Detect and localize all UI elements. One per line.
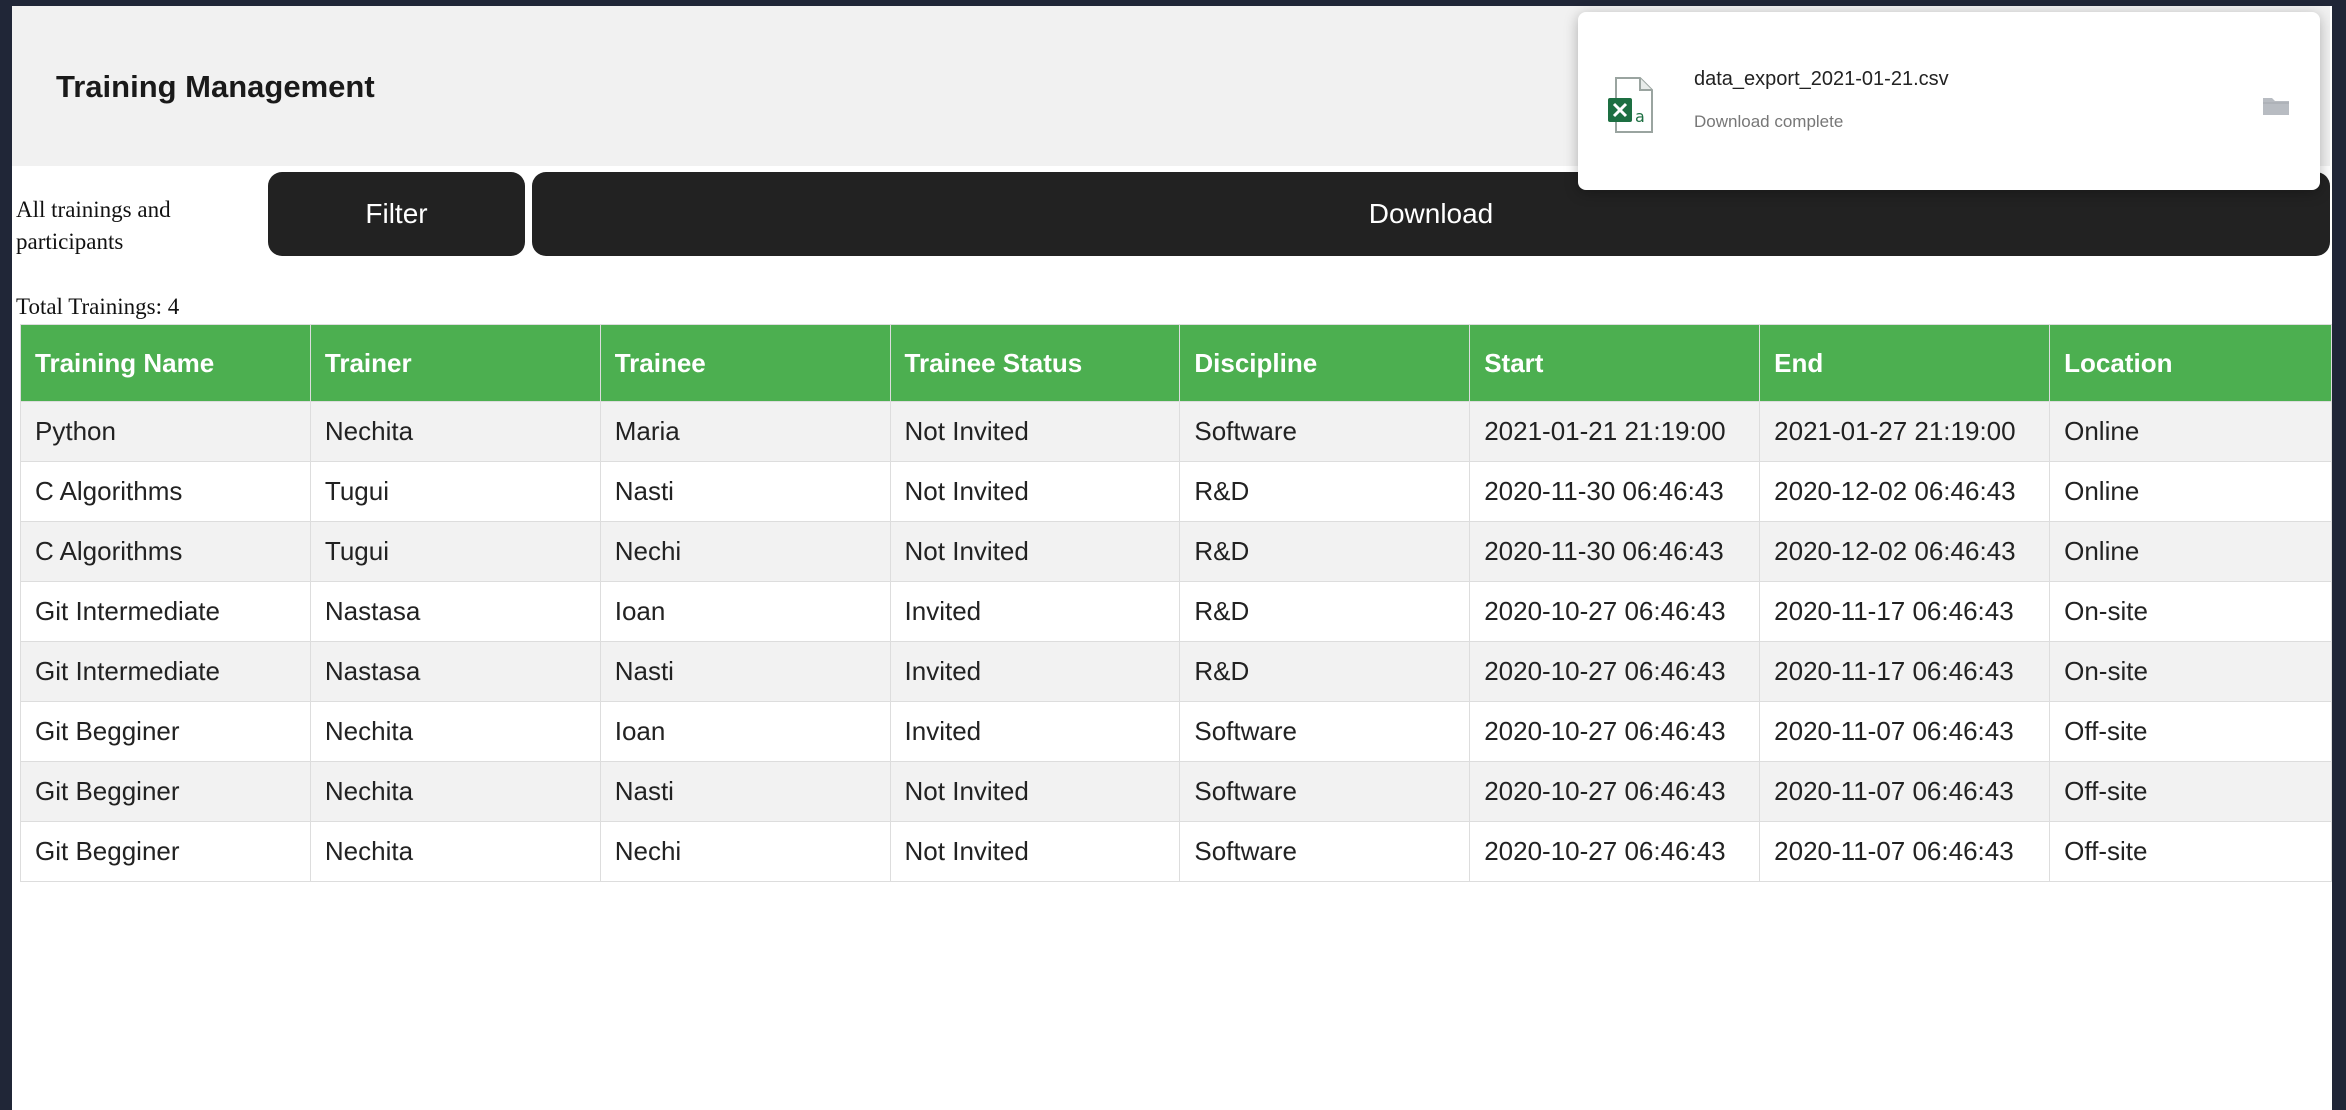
table-cell: On-site <box>2049 581 2332 642</box>
table-cell: Software <box>1179 401 1471 462</box>
table-cell: Software <box>1179 821 1471 882</box>
table-cell: 2020-11-30 06:46:43 <box>1469 521 1761 582</box>
table-cell: Invited <box>889 641 1181 702</box>
table-cell: Tugui <box>309 461 601 522</box>
column-header[interactable]: Location <box>2049 324 2332 402</box>
table-cell: Online <box>2049 521 2332 582</box>
table-cell: 2020-10-27 06:46:43 <box>1469 641 1761 702</box>
table-row[interactable]: C Algorithms Tugui Nechi Not Invited R&D 2020… <box>20 521 2332 582</box>
table-cell: Nechi <box>599 821 891 882</box>
table-row[interactable]: Git Intermediate Nastasa Ioan Invited R&D 202… <box>20 581 2332 642</box>
table-cell: 2021-01-21 21:19:00 <box>1469 401 1761 462</box>
table-cell: Tugui <box>309 521 601 582</box>
total-trainings: Total Trainings: 4 <box>16 294 180 319</box>
table-cell: 2020-11-07 06:46:43 <box>1759 701 2051 762</box>
table-cell: Nasti <box>599 641 891 702</box>
table-cell: Nasti <box>599 461 891 522</box>
trainings-table: Training Name Trainer Trainee Trainee Statu… <box>20 324 2332 882</box>
table-cell: C Algorithms <box>20 461 311 522</box>
app-page: Training Management All trainings and pa… <box>0 0 2346 1110</box>
column-header[interactable]: Discipline <box>1179 324 1471 402</box>
column-header[interactable]: Start <box>1469 324 1761 402</box>
table-row[interactable]: C Algorithms Tugui Nasti Not Invited R&D 2020… <box>20 461 2332 522</box>
download-notification[interactable]: a data_export_2021-01-21.csv Download co… <box>1578 12 2320 190</box>
table-cell: 2020-10-27 06:46:43 <box>1469 701 1761 762</box>
column-header[interactable]: Trainee Status <box>889 324 1181 402</box>
column-header[interactable]: Trainee <box>599 324 891 402</box>
table-cell: C Algorithms <box>20 521 311 582</box>
table-cell: Not Invited <box>889 761 1181 822</box>
table-cell: Git Begginer <box>20 701 311 762</box>
table-cell: Not Invited <box>889 821 1181 882</box>
table-cell: Off-site <box>2049 701 2332 762</box>
table-cell: Online <box>2049 401 2332 462</box>
download-filename[interactable]: data_export_2021-01-21.csv <box>1694 68 1949 91</box>
table-row[interactable]: Git Begginer Nechita Nasti Not Invited Softw… <box>20 761 2332 822</box>
table-row[interactable]: Git Begginer Nechita Ioan Invited Software 20… <box>20 701 2332 762</box>
table-cell: 2020-12-02 06:46:43 <box>1759 461 2051 522</box>
table-cell: Git Intermediate <box>20 641 311 702</box>
table-cell: 2020-10-27 06:46:43 <box>1469 581 1761 642</box>
table-cell: Not Invited <box>889 461 1181 522</box>
table-cell: Nechita <box>309 821 601 882</box>
page-title: Training Management <box>56 69 375 104</box>
table-cell: R&D <box>1179 521 1471 582</box>
table-cell: Nechita <box>309 701 601 762</box>
table-cell: 2020-12-02 06:46:43 <box>1759 521 2051 582</box>
window-frame-left <box>0 0 12 1110</box>
table-cell: Git Intermediate <box>20 581 311 642</box>
table-cell: Git Begginer <box>20 761 311 822</box>
folder-icon[interactable] <box>2262 94 2290 116</box>
table-body: Python Nechita Maria Not Invited Software 202… <box>20 401 2332 882</box>
table-cell: 2020-10-27 06:46:43 <box>1469 761 1761 822</box>
table-cell: Nasti <box>599 761 891 822</box>
column-header[interactable]: End <box>1759 324 2051 402</box>
table-cell: Ioan <box>599 701 891 762</box>
table-cell: Invited <box>889 581 1181 642</box>
table-cell: Off-site <box>2049 761 2332 822</box>
table-cell: 2020-11-07 06:46:43 <box>1759 821 2051 882</box>
excel-file-icon: a <box>1606 76 1654 134</box>
table-cell: Not Invited <box>889 521 1181 582</box>
svg-text:a: a <box>1635 107 1645 126</box>
column-header[interactable]: Training Name <box>20 324 311 402</box>
table-cell: Maria <box>599 401 891 462</box>
table-cell: Nastasa <box>309 641 601 702</box>
table-cell: R&D <box>1179 641 1471 702</box>
table-cell: Online <box>2049 461 2332 522</box>
table-cell: Off-site <box>2049 821 2332 882</box>
table-cell: Git Begginer <box>20 821 311 882</box>
window-frame-right <box>2332 0 2346 1110</box>
table-cell: 2020-11-30 06:46:43 <box>1469 461 1761 522</box>
table-header-row: Training Name Trainer Trainee Trainee Statu… <box>20 324 2332 402</box>
table-cell: 2020-11-07 06:46:43 <box>1759 761 2051 822</box>
table-cell: R&D <box>1179 461 1471 522</box>
table-cell: Nechi <box>599 521 891 582</box>
table-cell: Nechita <box>309 761 601 822</box>
table-cell: On-site <box>2049 641 2332 702</box>
table-cell: 2021-01-27 21:19:00 <box>1759 401 2051 462</box>
table-cell: R&D <box>1179 581 1471 642</box>
table-cell: Software <box>1179 761 1471 822</box>
table-row[interactable]: Git Begginer Nechita Nechi Not Invited Softw… <box>20 821 2332 882</box>
table-cell: 2020-11-17 06:46:43 <box>1759 641 2051 702</box>
table-cell: Python <box>20 401 311 462</box>
table-cell: Nechita <box>309 401 601 462</box>
table-cell: 2020-10-27 06:46:43 <box>1469 821 1761 882</box>
table-row[interactable]: Git Intermediate Nastasa Nasti Invited R&D 20… <box>20 641 2332 702</box>
table-row[interactable]: Python Nechita Maria Not Invited Software 202… <box>20 401 2332 462</box>
controls-label: All trainings and participants <box>16 197 171 254</box>
filter-button[interactable]: Filter <box>268 172 525 256</box>
download-status: Download complete <box>1694 112 1844 131</box>
table-cell: Nastasa <box>309 581 601 642</box>
table-cell: 2020-11-17 06:46:43 <box>1759 581 2051 642</box>
table-cell: Invited <box>889 701 1181 762</box>
table-cell: Software <box>1179 701 1471 762</box>
column-header[interactable]: Trainer <box>309 324 601 402</box>
table-cell: Not Invited <box>889 401 1181 462</box>
table-cell: Ioan <box>599 581 891 642</box>
